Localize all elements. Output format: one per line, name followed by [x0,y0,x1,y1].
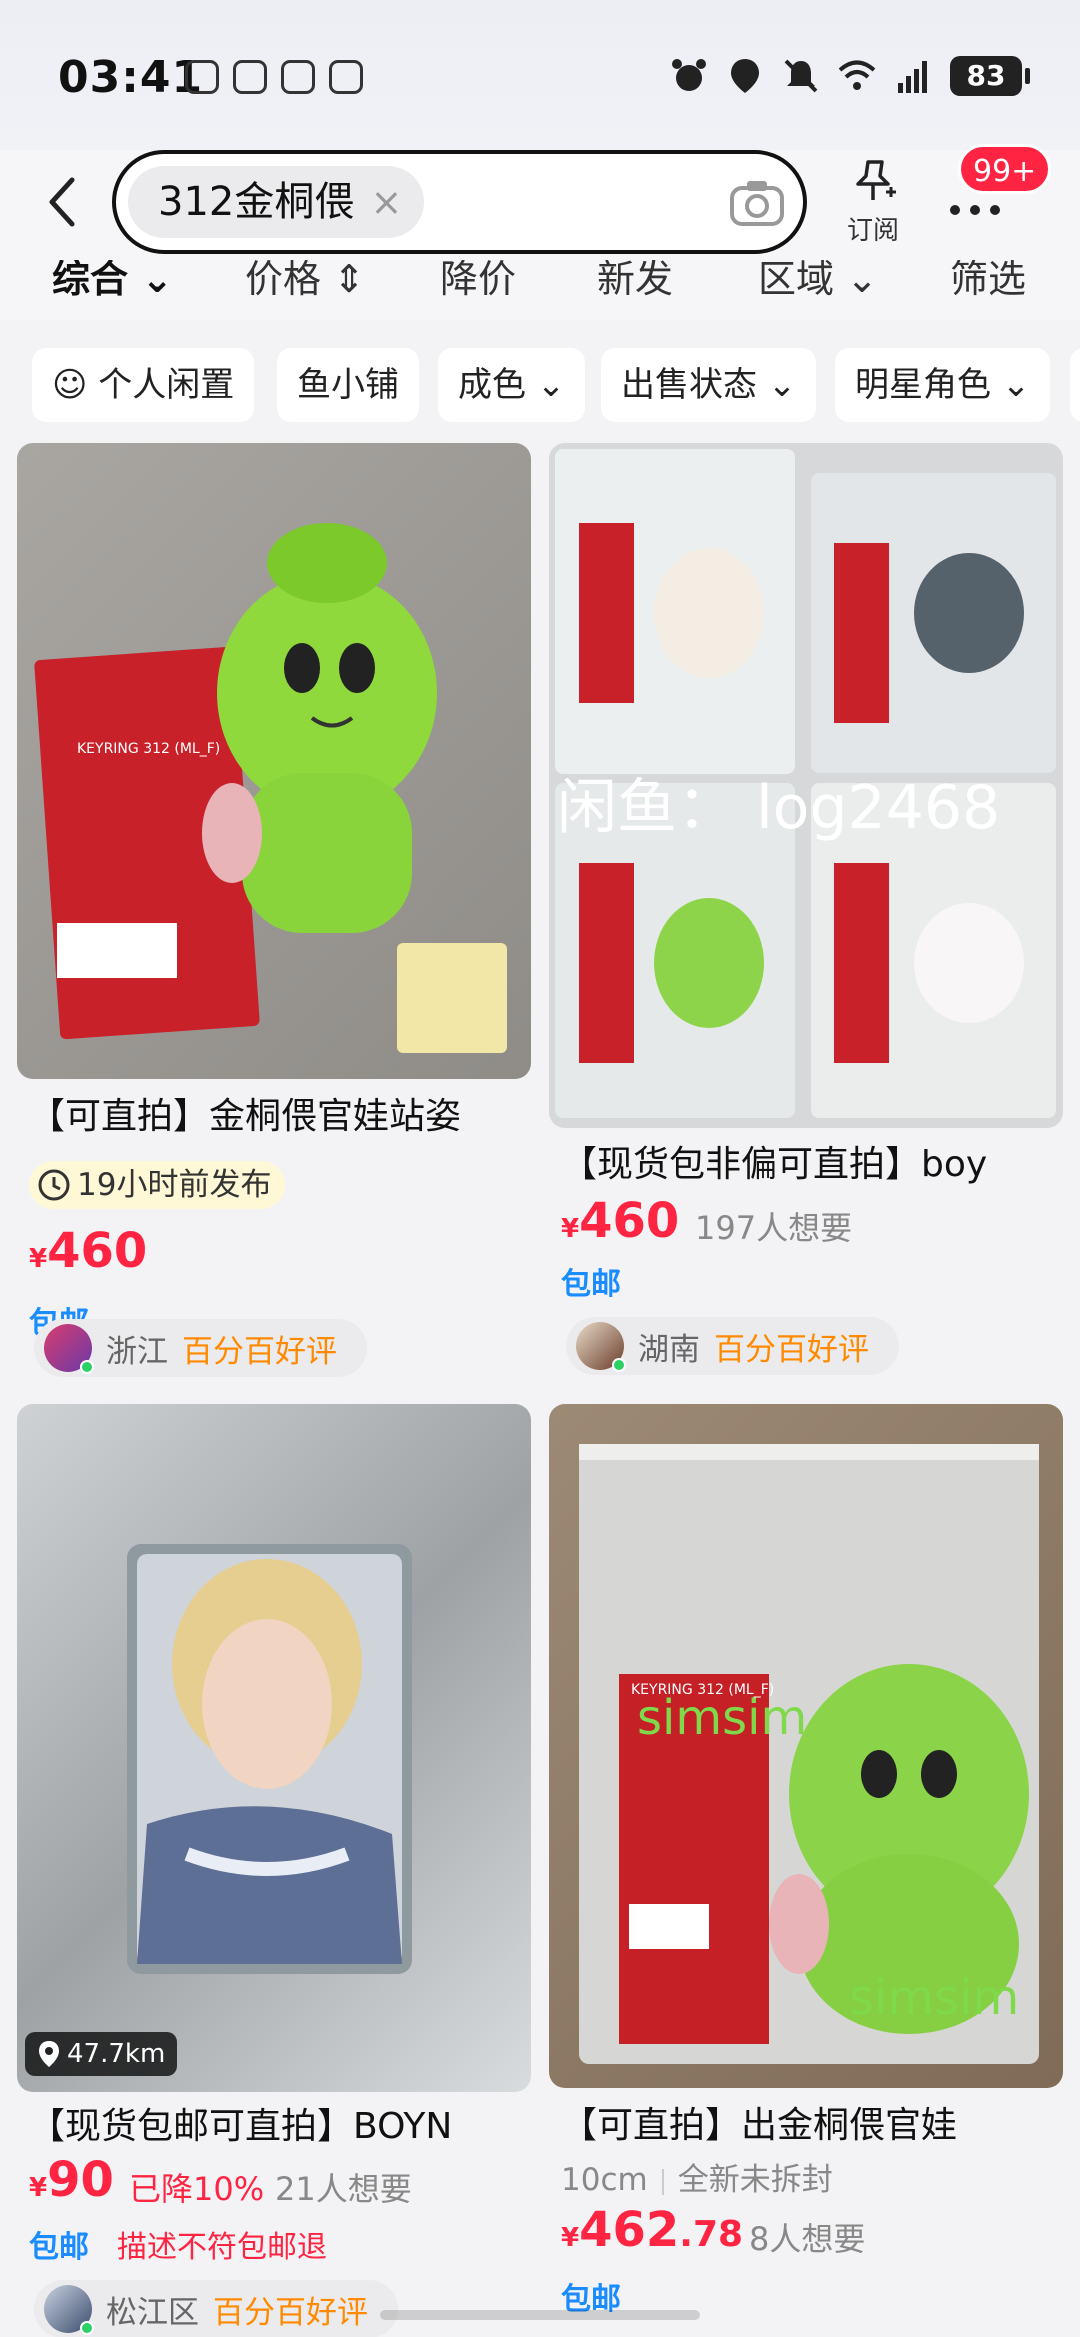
product-title[interactable]: 【现货包邮可直拍】BOYN [29,2097,529,2149]
app-notification-icon [233,60,267,94]
product-price: ¥462.78 [561,2202,744,2258]
search-input[interactable]: 312金桐偎 × [112,150,807,254]
mute-icon [784,59,818,93]
search-query-chip[interactable]: 312金桐偎 × [128,166,425,238]
product-price: ¥90 [29,2152,114,2208]
message-badge: 99+ [958,144,1052,194]
avatar [576,1322,626,1372]
filter-sale-status[interactable]: 出售状态 ⌄ [601,348,817,422]
svg-text:simsim: simsim [849,1970,1019,2026]
clear-query-icon[interactable]: × [371,166,403,238]
filter-more[interactable] [1070,348,1080,422]
want-count: 197人想要 [695,1209,853,1247]
free-shipping-tag: 包邮 [29,2230,89,2265]
avatar [44,2285,94,2335]
product-price: ¥460 [561,1193,680,1249]
location-pin-icon [39,2041,59,2067]
app-notification-icon [281,60,315,94]
filter-star-role[interactable]: 明星角色 ⌄ [835,348,1051,422]
sort-comprehensive[interactable]: 综合 ⌄ [52,260,173,303]
battery-indicator: 83 [950,56,1030,96]
product-image[interactable]: KEYRING 312 (ML_F) [17,443,531,1079]
seller-info[interactable]: 浙江 百分百好评 [34,1319,367,1377]
status-time: 03:41 [58,52,204,103]
refund-policy-tag: 描述不符包邮退 [117,2230,327,2265]
filter-fish-shop[interactable]: 鱼小铺 [277,348,419,422]
filter-personal-idle[interactable]: ☺ 个人闲置 [32,348,255,422]
svg-text:simsim: simsim [637,1690,807,1746]
want-count: 8人想要 [749,2220,866,2258]
product-card[interactable]: KEYRING 312 (ML_F) 【可直拍】金桐偎官娃站姿 19小时前发布 … [17,443,531,1377]
plush-bags-photo: 闲鱼： log2468 [555,449,1056,1118]
home-indicator[interactable] [380,2310,700,2320]
product-image[interactable]: 闲鱼： log2468 [549,443,1063,1128]
clock-icon [38,1169,70,1201]
sort-filter[interactable]: 筛选 [950,260,1026,303]
product-title[interactable]: 【现货包非偏可直拍】boy [561,1135,1061,1187]
publish-time: 19小时前发布 [29,1161,286,1209]
product-price: ¥460 [29,1223,148,1279]
product-card[interactable]: KEYRING 312 (ML_F) simsim simsim 【可直拍】出金… [549,1404,1063,2337]
pin-icon [856,160,896,200]
search-query-text: 312金桐偎 [158,179,355,225]
plush-keyring-photo: KEYRING 312 (ML_F) [34,523,507,1053]
avatar [44,1324,94,1374]
sort-region[interactable]: 区域 ⌄ [758,260,878,303]
svg-text:闲鱼： log2468: 闲鱼： log2468 [557,773,1000,843]
filter-condition[interactable]: 成色 ⌄ [438,348,586,422]
signal-icon [898,61,927,93]
sort-price-drop[interactable]: 降价 [440,260,516,303]
svg-text:KEYRING 312 (ML_F): KEYRING 312 (ML_F) [77,741,220,757]
want-count: 21人想要 [275,2170,412,2208]
app-notification-icon [329,60,363,94]
free-shipping-tag: 包邮 [561,1267,621,1302]
notification-icons [185,60,363,94]
product-title[interactable]: 【可直拍】金桐偎官娃站姿 [29,1087,529,1139]
subscribe-label: 订阅 [846,216,899,246]
filter-bar: ☺ 个人闲置 鱼小铺 成色 ⌄ 出售状态 ⌄ 明星角色 ⌄ [0,348,1080,424]
subscribe-button[interactable]: 订阅 [838,158,908,247]
wifi-icon [838,60,876,90]
camera-icon[interactable] [729,178,785,228]
seller-info[interactable]: 湖南 百分百好评 [566,1317,899,1375]
search-header: 312金桐偎 × 订阅 99+ [0,144,1080,260]
status-bar: 03:41 83 [0,0,1080,150]
price-drop-tag: 已降10% [129,2170,265,2208]
product-tags: 10cm 全新未拆封 [561,2162,833,2198]
distance-tag: 47.7km [25,2032,178,2076]
product-title[interactable]: 【可直拍】出金桐偎官娃 [561,2096,1061,2148]
sort-new[interactable]: 新发 [597,260,673,303]
alarm-icon [672,59,706,91]
system-icons: 83 [670,56,1030,96]
product-image[interactable]: 47.7km [17,1404,531,2092]
seller-info[interactable]: 松江区 百分百好评 [34,2280,398,2337]
product-card[interactable]: 闲鱼： log2468 【现货包非偏可直拍】boy ¥460 197人想要 包邮… [549,443,1063,1375]
face-icon: ☺ [52,365,88,405]
product-image[interactable]: KEYRING 312 (ML_F) simsim simsim [549,1404,1063,2088]
product-card[interactable]: 47.7km 【现货包邮可直拍】BOYN ¥90 已降10% 21人想要 包邮 … [17,1404,531,2337]
sort-bar: 综合 ⌄ 价格 ⇕ 降价 新发 区域 ⌄ 筛选 [0,260,1080,320]
plush-in-bag-photo: KEYRING 312 (ML_F) simsim simsim [579,1444,1039,2064]
location-icon [731,59,759,93]
app-notification-icon [185,60,219,94]
sort-price[interactable]: 价格 ⇕ [245,260,365,303]
photocard-photo [127,1544,412,1974]
back-arrow-icon[interactable] [38,172,88,232]
